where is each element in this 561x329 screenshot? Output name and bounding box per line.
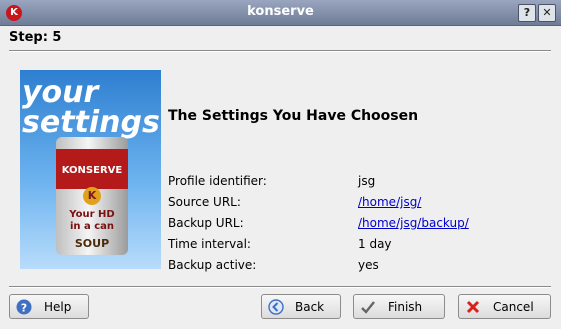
context-help-button[interactable]: ? bbox=[518, 4, 536, 22]
can-tagline-2: in a can bbox=[69, 221, 115, 232]
cancel-x-icon bbox=[466, 300, 480, 314]
top-divider bbox=[9, 50, 551, 52]
title-bar[interactable]: K konserve ? ✕ bbox=[0, 0, 561, 26]
step-indicator: Step: 5 bbox=[9, 30, 62, 45]
help-button-label: Help bbox=[44, 300, 72, 314]
checkmark-icon bbox=[361, 301, 375, 314]
cancel-button[interactable]: Cancel bbox=[458, 294, 551, 319]
finish-button-label: Finish bbox=[388, 300, 423, 314]
cancel-button-label: Cancel bbox=[493, 300, 534, 314]
can-brand-text: KONSERVE bbox=[61, 165, 123, 176]
time-interval-value: 1 day bbox=[358, 237, 392, 251]
backup-active-value: yes bbox=[358, 258, 379, 272]
your-settings-illustration: your settings KONSERVE K Your HD in a ca… bbox=[20, 70, 161, 269]
close-window-button[interactable]: ✕ bbox=[538, 4, 556, 22]
backup-active-label: Backup active: bbox=[168, 258, 257, 272]
bottom-divider bbox=[9, 286, 551, 288]
illustration-text-your: your bbox=[22, 75, 99, 110]
svg-text:?: ? bbox=[21, 302, 27, 315]
window-title: konserve bbox=[247, 4, 314, 19]
illustration-text-settings: settings bbox=[22, 105, 160, 140]
backup-url-link[interactable]: /home/jsg/backup/ bbox=[358, 216, 469, 230]
can-soup-text: SOUP bbox=[74, 237, 110, 250]
help-icon: ? bbox=[16, 299, 32, 315]
profile-identifier-label: Profile identifier: bbox=[168, 174, 267, 188]
can-tagline-1: Your HD bbox=[69, 209, 115, 220]
profile-identifier-value: jsg bbox=[358, 174, 376, 188]
time-interval-label: Time interval: bbox=[168, 237, 251, 251]
source-url-label: Source URL: bbox=[168, 195, 241, 209]
page-heading: The Settings You Have Choosen bbox=[168, 108, 419, 124]
help-button[interactable]: ? Help bbox=[9, 294, 89, 319]
backup-url-label: Backup URL: bbox=[168, 216, 244, 230]
finish-button[interactable]: Finish bbox=[353, 294, 445, 319]
back-button[interactable]: Back bbox=[261, 294, 341, 319]
back-arrow-icon bbox=[268, 299, 284, 315]
source-url-link[interactable]: /home/jsg/ bbox=[358, 195, 421, 209]
back-button-label: Back bbox=[295, 300, 325, 314]
soup-can-graphic: KONSERVE K Your HD in a can SOUP bbox=[56, 137, 128, 255]
can-logo-icon: K bbox=[83, 187, 101, 205]
